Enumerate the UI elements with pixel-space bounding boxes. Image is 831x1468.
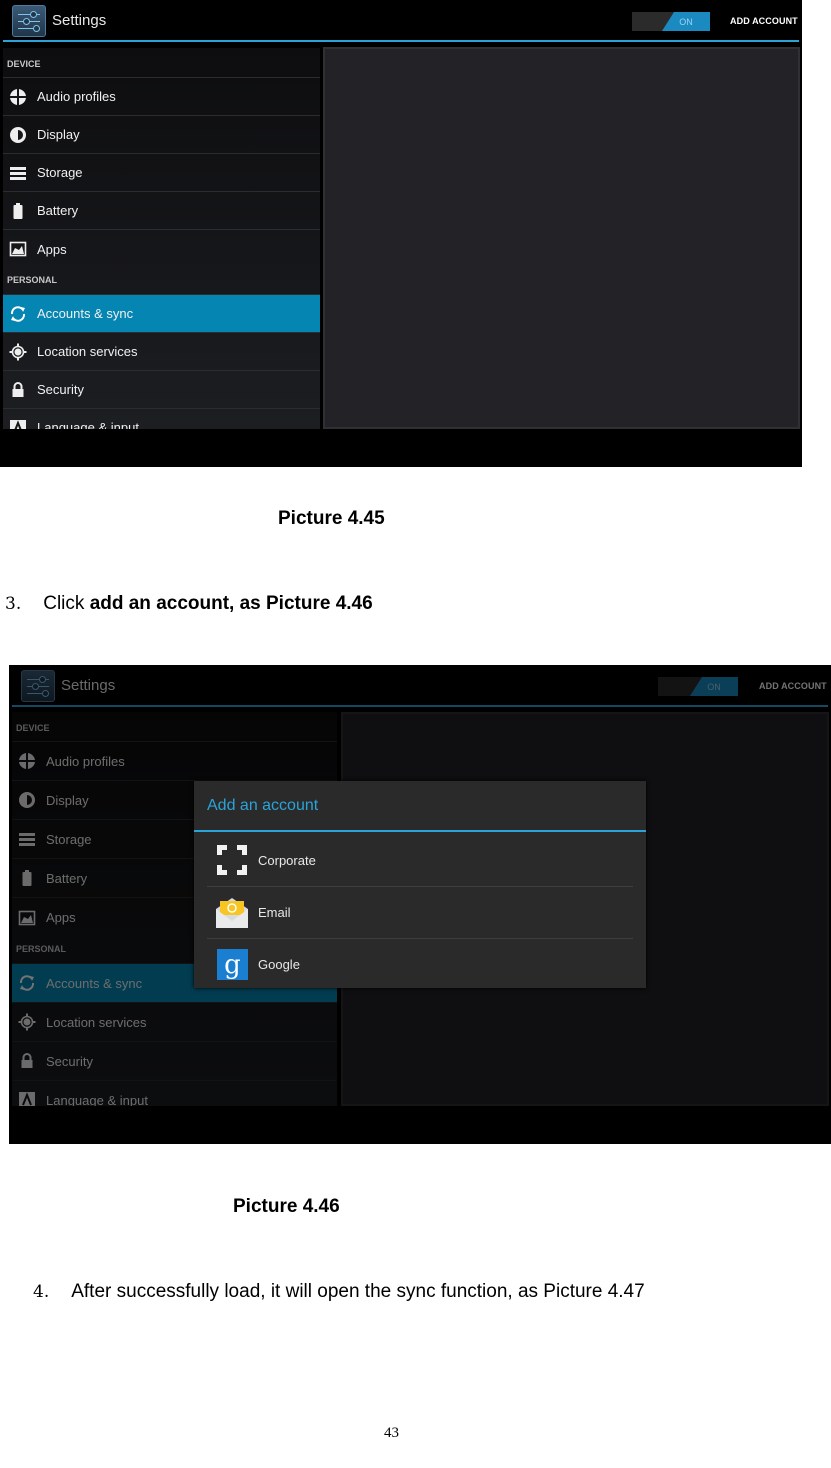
screenshot-picture-4-45: Settings ON ADD ACCOUNT DEVICE Audio pro… <box>0 0 802 467</box>
caption-picture-4-45: Picture 4.45 <box>278 508 385 529</box>
sidebar-item-label: Audio profiles <box>37 89 116 104</box>
account-option-google[interactable]: g Google <box>207 938 633 990</box>
sidebar-item-display[interactable]: Display <box>3 116 320 154</box>
location-icon <box>9 343 27 361</box>
sidebar-item-security[interactable]: Security <box>3 371 320 409</box>
action-bar-divider <box>3 40 799 42</box>
settings-sidebar: DEVICE Audio profiles Display Storage Ba… <box>3 48 320 429</box>
sidebar-item-accounts-sync[interactable]: Accounts & sync <box>3 295 320 333</box>
step-text-bold: add an account, as Picture 4.46 <box>89 593 373 614</box>
section-header-personal: PERSONAL <box>3 268 320 295</box>
svg-text:g: g <box>224 950 241 980</box>
step-text-plain: Click <box>43 593 90 614</box>
sidebar-item-label: Security <box>37 382 84 397</box>
email-envelope-icon <box>215 895 249 929</box>
sidebar-item-battery[interactable]: Battery <box>3 192 320 230</box>
google-g-icon: g <box>215 947 249 981</box>
sidebar-item-label: Battery <box>37 203 79 218</box>
dialog-title: Add an account <box>207 797 319 814</box>
sidebar-item-location-services[interactable]: Location services <box>3 333 320 371</box>
sidebar-item-label: Location services <box>37 344 138 359</box>
accounts-sync-toggle[interactable]: ON <box>632 12 710 31</box>
account-option-corporate[interactable]: Corporate <box>207 834 633 886</box>
option-label: Corporate <box>258 852 316 868</box>
page-number: 43 <box>384 1425 399 1441</box>
step-number: 3. <box>5 594 22 614</box>
action-bar: Settings ON ADD ACCOUNT <box>0 0 802 42</box>
sync-icon <box>9 305 27 323</box>
detail-pane <box>323 47 800 429</box>
account-option-email[interactable]: Email <box>207 886 633 938</box>
language-icon <box>9 419 27 429</box>
step-number: 4. <box>33 1282 50 1302</box>
option-label: Google <box>258 956 300 972</box>
caption-picture-4-46: Picture 4.46 <box>233 1196 340 1217</box>
corporate-exchange-icon <box>215 843 249 877</box>
sidebar-item-language-input[interactable]: Language & input <box>3 409 320 429</box>
option-label: Email <box>258 904 291 920</box>
sidebar-item-label: Storage <box>37 165 83 180</box>
sidebar-item-label: Apps <box>37 241 67 257</box>
display-brightness-icon <box>9 126 27 144</box>
screenshot-picture-4-46: Settings ON ADD ACCOUNT DEVICE Audio pro… <box>9 665 831 1144</box>
step-4: 4. After successfully load, it will open … <box>33 1281 645 1303</box>
lock-icon <box>9 381 27 399</box>
apps-icon <box>9 240 27 258</box>
storage-icon <box>9 164 27 182</box>
step-text: After successfully load, it will open th… <box>71 1281 645 1302</box>
battery-icon <box>9 202 27 220</box>
sidebar-item-storage[interactable]: Storage <box>3 154 320 192</box>
step-3: 3. Click add an account, as Picture 4.46 <box>5 593 373 615</box>
settings-app-icon[interactable] <box>12 5 46 37</box>
section-header-device: DEVICE <box>3 48 320 78</box>
dialog-title-divider <box>194 830 646 832</box>
toggle-on-label: ON <box>662 12 710 31</box>
system-nav-bar <box>0 431 802 467</box>
add-account-dialog: Add an account Corporate Email g Google <box>194 781 646 988</box>
sidebar-item-label: Display <box>37 127 80 142</box>
sidebar-item-audio-profiles[interactable]: Audio profiles <box>3 78 320 116</box>
add-account-button[interactable]: ADD ACCOUNT <box>730 16 798 26</box>
sidebar-item-label: Accounts & sync <box>37 306 134 321</box>
app-title: Settings <box>52 12 107 29</box>
audio-profiles-icon <box>9 88 27 106</box>
sidebar-item-apps[interactable]: Apps <box>3 230 320 268</box>
sidebar-item-label: Language & input <box>37 420 139 429</box>
